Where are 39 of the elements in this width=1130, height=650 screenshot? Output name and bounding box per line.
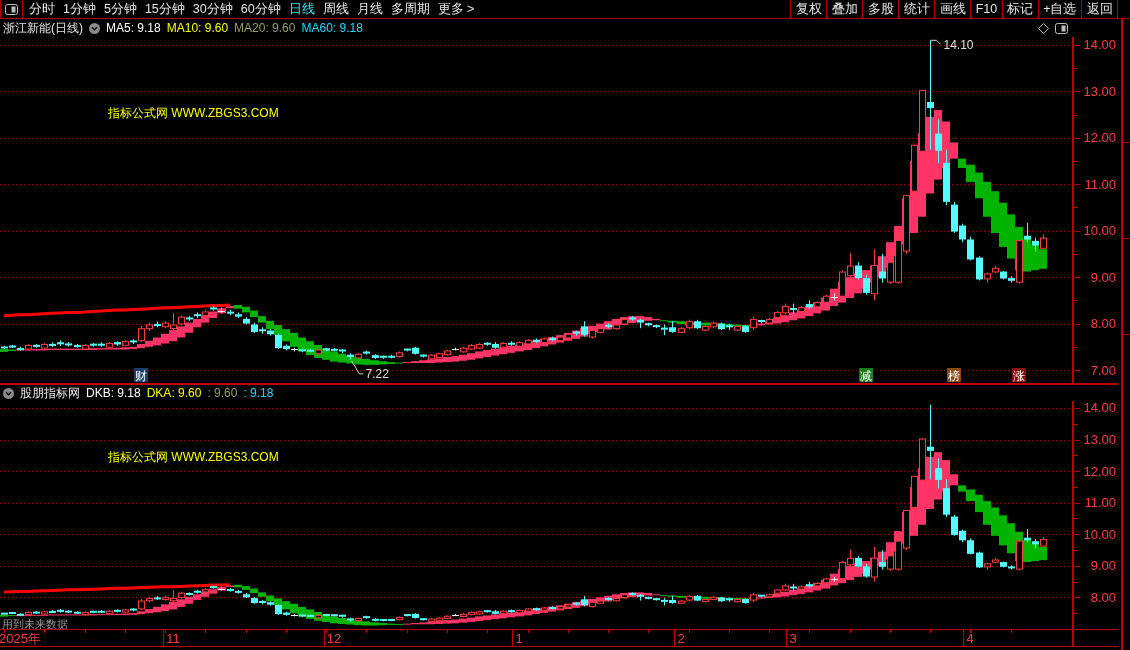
- chart-caption: 指标公式网 WWW.ZBGS3.COM: [108, 106, 279, 120]
- price-label: 8.00: [1090, 316, 1116, 332]
- price-label: 9.00: [1090, 269, 1116, 285]
- indicator-reading: : 9.18: [243, 386, 274, 400]
- low-price-label: 7.22: [351, 360, 389, 381]
- price-label: 12.00: [1083, 463, 1116, 479]
- chart-caption: 指标公式网 WWW.ZBGS3.COM: [108, 450, 279, 464]
- price-label: 11.00: [1084, 495, 1116, 511]
- date-label: 2025年: [0, 630, 41, 646]
- price-label: 14.00: [1083, 401, 1116, 416]
- date-label: 1: [515, 630, 523, 646]
- date-label: 4: [966, 630, 974, 646]
- indicator-reading: MA60: 9.18: [301, 21, 363, 35]
- price-label: 13.00: [1083, 83, 1116, 99]
- indicator-reading: DKA: 9.60: [146, 386, 202, 400]
- price-label: 8.00: [1090, 589, 1116, 605]
- indicator-reading: MA10: 9.60: [166, 21, 229, 35]
- date-label: 3: [789, 630, 797, 646]
- indicator-reading: MA5: 9.18: [106, 21, 161, 35]
- price-label: 10.00: [1083, 223, 1116, 239]
- price-label: 14.00: [1083, 37, 1116, 53]
- price-label: 9.00: [1090, 558, 1116, 574]
- date-label: 11: [166, 630, 180, 646]
- date-label: 12: [326, 630, 342, 646]
- indicator-reading: : 9.60: [207, 386, 238, 400]
- data-warning: 用到未来数据: [2, 618, 68, 630]
- indicator-reading: MA20: 9.60: [234, 21, 296, 35]
- indicator-reading: DKB: 9.18: [86, 386, 141, 400]
- price-label: 12.00: [1083, 130, 1116, 146]
- price-label: 13.00: [1083, 432, 1116, 447]
- high-price-label: 14.10: [930, 38, 974, 53]
- annotation: 7.22: [365, 366, 390, 381]
- price-label: 7.00: [1090, 362, 1116, 378]
- indicator-name: 股朋指标网: [20, 385, 80, 402]
- price-label: 11.00: [1084, 176, 1116, 192]
- stock-name: 浙江新能(日线): [3, 19, 83, 37]
- price-label: 10.00: [1083, 526, 1116, 542]
- date-label: 2: [677, 630, 685, 646]
- annotation: 14.10: [943, 38, 974, 53]
